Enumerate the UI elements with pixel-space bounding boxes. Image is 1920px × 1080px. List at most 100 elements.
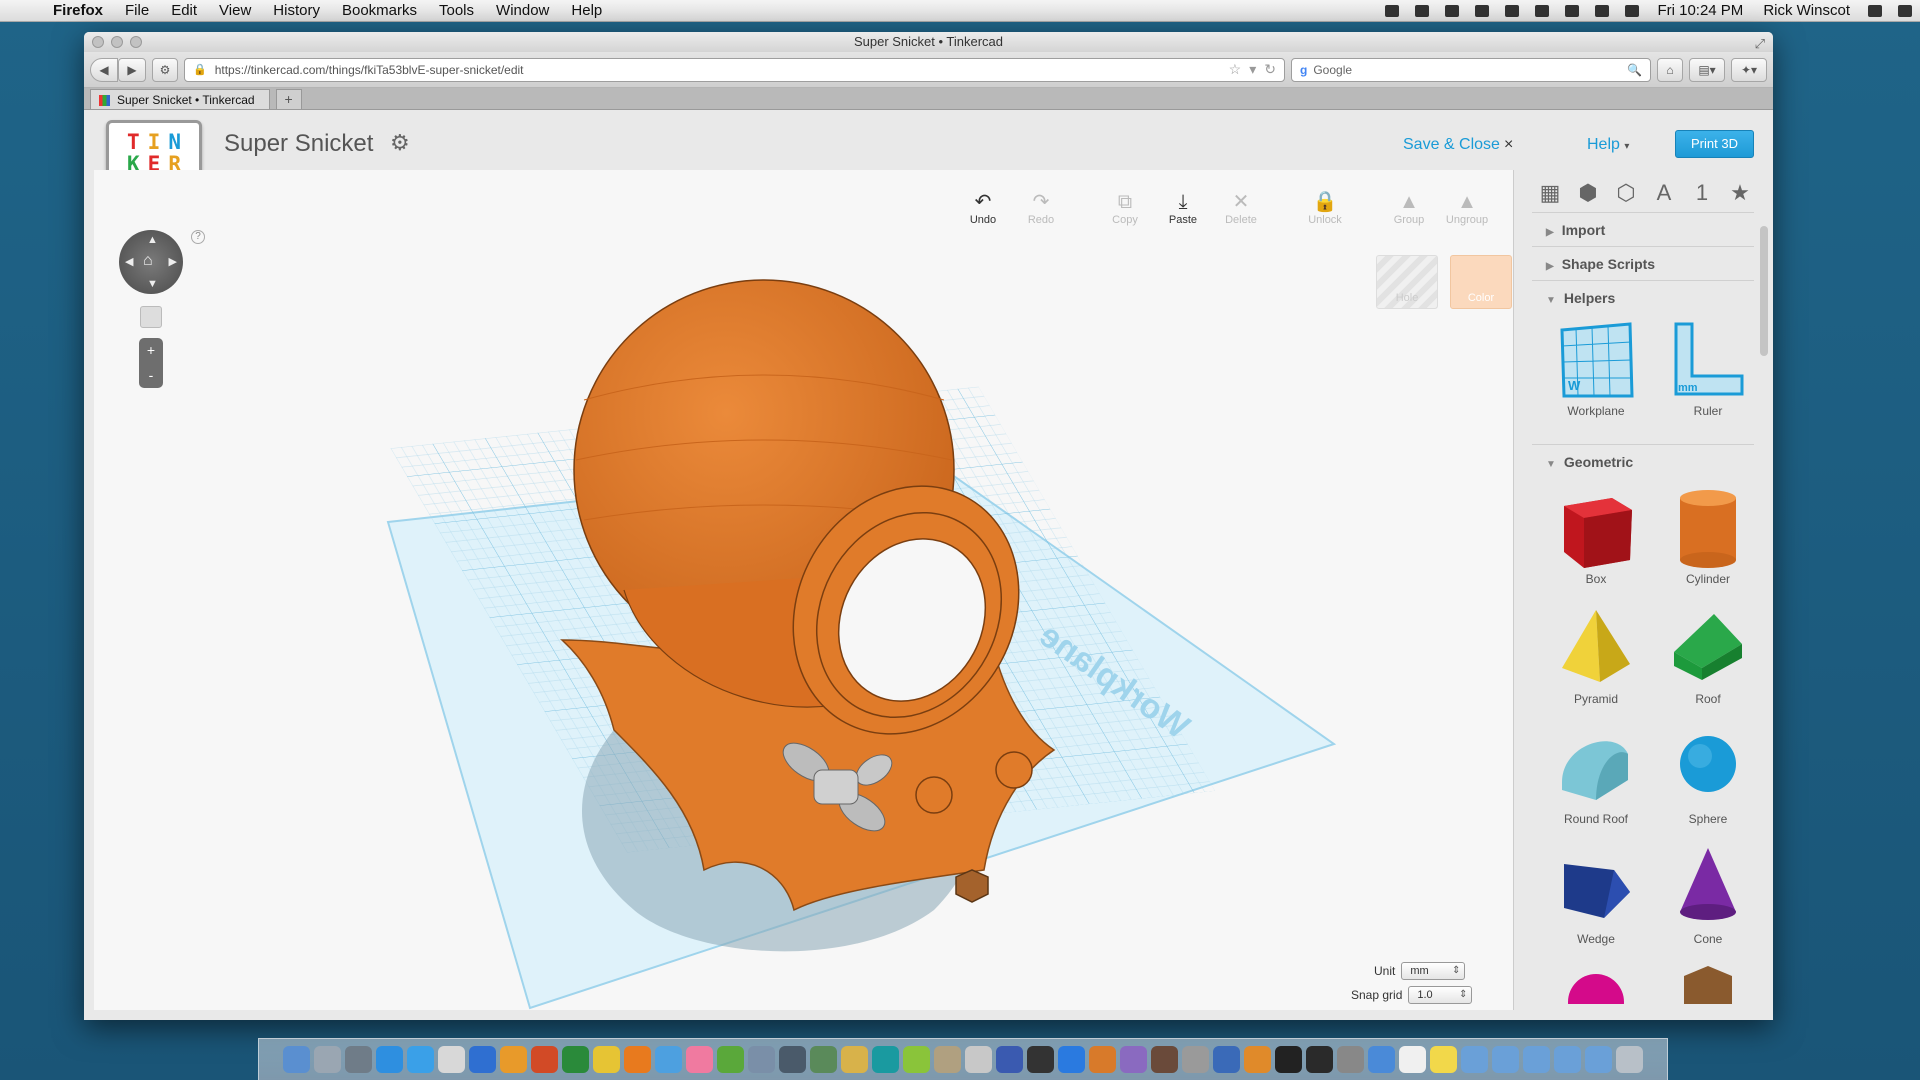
url-bar[interactable]: 🔒 https://tinkercad.com/things/fkiTa53bl… <box>184 57 1285 82</box>
help-menu[interactable]: Help ▾ <box>1587 136 1629 154</box>
model-nut[interactable] <box>955 869 989 903</box>
search-bar[interactable]: g Google 🔍 <box>1291 57 1651 82</box>
leaf-icon[interactable] <box>903 1046 930 1073</box>
trash-icon[interactable] <box>1616 1046 1643 1073</box>
shape-pyramid[interactable]: Pyramid <box>1540 598 1652 718</box>
menubar-clock[interactable]: Fri 10:24 PM <box>1647 2 1753 19</box>
folder-icon[interactable] <box>1554 1046 1581 1073</box>
identity-button[interactable]: ⚙ <box>152 57 178 82</box>
preview-icon[interactable] <box>748 1046 775 1073</box>
menu-file[interactable]: File <box>114 2 160 19</box>
browser-icon[interactable] <box>438 1046 465 1073</box>
chat-icon[interactable] <box>1475 4 1490 17</box>
search-input[interactable]: Google <box>1313 63 1621 77</box>
paste-button[interactable]: ⤓ Paste <box>1154 190 1212 240</box>
3d-viewport[interactable]: Workplane ▲ ▼ ◀ ▶ ⌂ ? + - ↶ Undo ↷ Redo … <box>94 170 1514 1010</box>
print3d-button[interactable]: Print 3D <box>1675 130 1754 158</box>
bbedit-icon[interactable] <box>996 1046 1023 1073</box>
office-icon[interactable] <box>500 1046 527 1073</box>
helper-workplane[interactable]: W Workplane <box>1540 314 1652 434</box>
globe-icon[interactable] <box>1213 1046 1240 1073</box>
box-app-icon[interactable] <box>1089 1046 1116 1073</box>
menu-window[interactable]: Window <box>485 2 560 19</box>
ungroup-button[interactable]: ▲ Ungroup <box>1438 190 1496 240</box>
new-tab-button[interactable]: + <box>275 89 302 109</box>
bluetooth-icon[interactable] <box>1565 4 1580 17</box>
word-icon[interactable] <box>469 1046 496 1073</box>
script-icon[interactable] <box>965 1046 992 1073</box>
timemachine-icon[interactable] <box>1535 4 1550 17</box>
shape-roof[interactable]: Roof <box>1652 598 1764 718</box>
menu-help[interactable]: Help <box>560 2 613 19</box>
helper-ruler[interactable]: mm Ruler <box>1652 314 1764 434</box>
bookmark-star-icon[interactable]: ☆ <box>1229 61 1242 78</box>
excel-icon[interactable] <box>562 1046 589 1073</box>
folder-icon[interactable] <box>1492 1046 1519 1073</box>
cube-tab-icon[interactable]: ⬢ <box>1576 180 1600 206</box>
orbit-left-icon[interactable]: ◀ <box>125 255 133 268</box>
shape-cone[interactable]: Cone <box>1652 838 1764 958</box>
redo-button[interactable]: ↷ Redo <box>1012 190 1070 240</box>
settings-app-icon[interactable] <box>1337 1046 1364 1073</box>
url-text[interactable]: https://tinkercad.com/things/fkiTa53blvE… <box>215 63 1221 77</box>
orbit-control[interactable]: ▲ ▼ ◀ ▶ ⌂ <box>119 230 183 294</box>
menu-view[interactable]: View <box>208 2 262 19</box>
hole-button[interactable]: Hole <box>1376 255 1438 309</box>
arduino-icon[interactable] <box>872 1046 899 1073</box>
orbit-down-icon[interactable]: ▼ <box>147 278 158 290</box>
close-window-button[interactable] <box>92 36 104 48</box>
search-icon[interactable]: 🔍 <box>1627 63 1642 77</box>
text-tab-icon[interactable]: A <box>1652 180 1676 206</box>
addons-button[interactable]: ✦▾ <box>1731 57 1767 82</box>
notification-list-icon[interactable] <box>1898 4 1912 17</box>
zoom-window-button[interactable] <box>130 36 142 48</box>
unit-select[interactable]: mm <box>1401 962 1466 980</box>
project-title[interactable]: Super Snicket <box>224 130 373 158</box>
drive-icon[interactable] <box>1058 1046 1085 1073</box>
stickies-icon[interactable] <box>1430 1046 1457 1073</box>
screen-icon[interactable] <box>1385 4 1400 17</box>
menu-edit[interactable]: Edit <box>160 2 208 19</box>
sublime-icon[interactable] <box>1244 1046 1271 1073</box>
console-icon[interactable] <box>1306 1046 1333 1073</box>
xcode-icon[interactable] <box>1368 1046 1395 1073</box>
coffee-icon[interactable] <box>1151 1046 1178 1073</box>
home-button[interactable]: ⌂ <box>1657 57 1683 82</box>
snap-grid-select[interactable]: 1.0 <box>1408 986 1473 1004</box>
orbit-up-icon[interactable]: ▲ <box>147 234 158 246</box>
shape-hexagonal-prism[interactable] <box>1652 958 1764 1014</box>
menubar-user[interactable]: Rick Winscot <box>1753 2 1860 19</box>
magnifier-app-icon[interactable] <box>1120 1046 1147 1073</box>
fb-icon[interactable] <box>1027 1046 1054 1073</box>
firefox-icon[interactable] <box>624 1046 651 1073</box>
textedit-icon[interactable] <box>1399 1046 1426 1073</box>
wifi-icon[interactable] <box>1595 4 1610 17</box>
zoom-in-button[interactable]: + <box>139 338 163 363</box>
folder-icon[interactable] <box>1523 1046 1550 1073</box>
section-import[interactable]: ▶ Import <box>1532 212 1754 246</box>
money-icon[interactable] <box>810 1046 837 1073</box>
volume-icon[interactable] <box>1625 4 1640 17</box>
shape-wedge[interactable]: Wedge <box>1540 838 1652 958</box>
copy-button[interactable]: ⧉ Copy <box>1096 190 1154 240</box>
section-shape-scripts[interactable]: ▶ Shape Scripts <box>1532 246 1754 280</box>
app-store-icon[interactable] <box>376 1046 403 1073</box>
zoom-out-button[interactable]: - <box>139 363 163 388</box>
scene-canvas[interactable]: Workplane <box>94 170 1514 1010</box>
shape-round-roof[interactable]: Round Roof <box>1540 718 1652 838</box>
color-button[interactable]: Color <box>1450 255 1512 309</box>
reload-icon[interactable]: ↻ <box>1264 61 1276 78</box>
menu-history[interactable]: History <box>262 2 331 19</box>
undo-button[interactable]: ↶ Undo <box>954 190 1012 240</box>
browser-tab-active[interactable]: Super Snicket • Tinkercad <box>90 89 270 109</box>
unlock-button[interactable]: 🔒 Unlock <box>1296 190 1354 240</box>
wireframe-cube-tab-icon[interactable]: ⬡ <box>1614 180 1638 206</box>
shape-sphere[interactable]: Sphere <box>1652 718 1764 838</box>
menu-tools[interactable]: Tools <box>428 2 485 19</box>
orbit-right-icon[interactable]: ▶ <box>169 255 177 268</box>
safari-icon[interactable] <box>655 1046 682 1073</box>
fullscreen-icon[interactable]: ⤢ <box>1755 34 1765 54</box>
section-helpers[interactable]: ▼ Helpers <box>1532 280 1754 314</box>
workplane-tab-icon[interactable]: ▦ <box>1538 180 1562 206</box>
save-close-button[interactable]: Save & Close × <box>1403 136 1513 154</box>
